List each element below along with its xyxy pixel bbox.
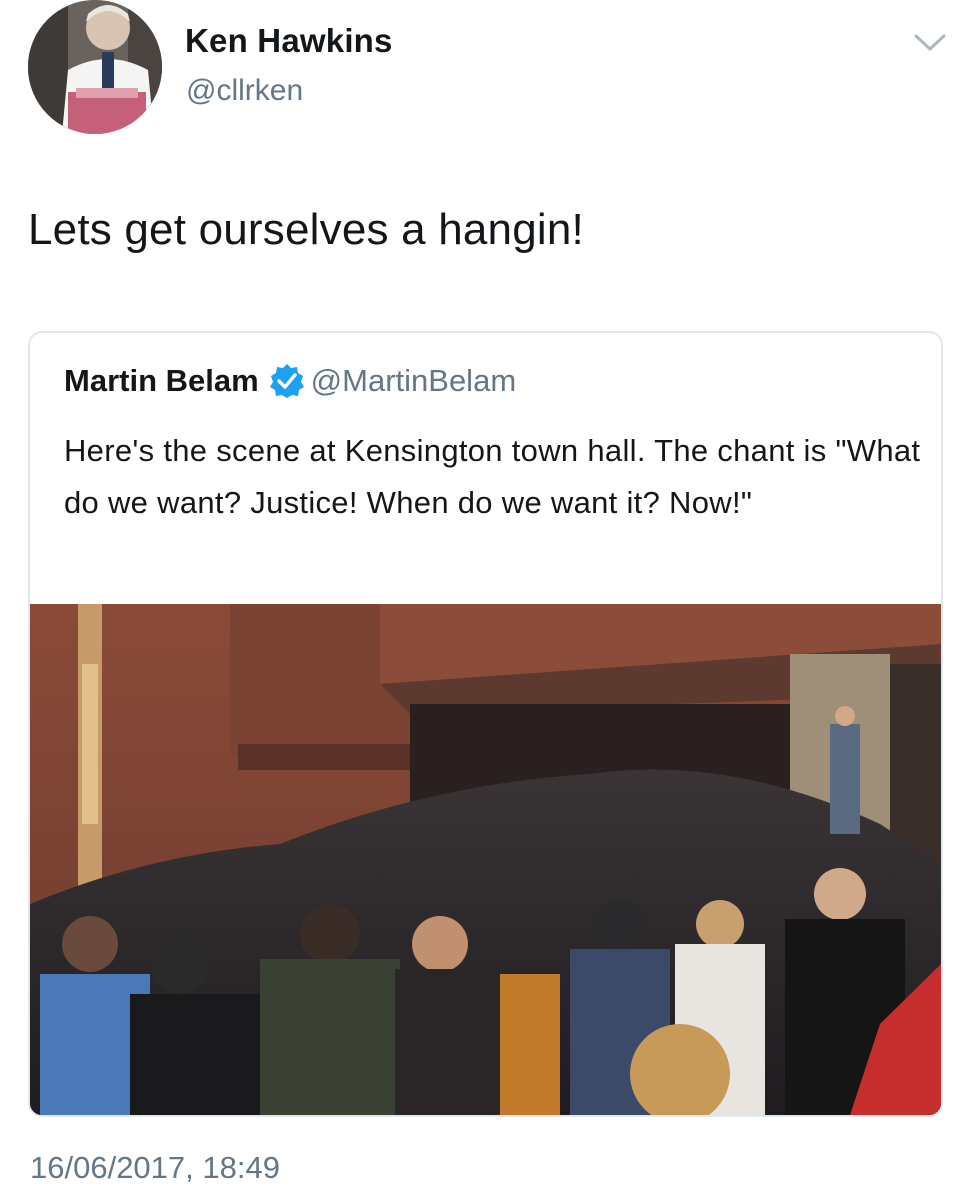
tweet-text: Lets get ourselves a hangin! xyxy=(28,205,584,254)
quoted-tweet-photo[interactable] xyxy=(30,604,941,1115)
quoted-tweet-card[interactable]: Martin Belam @MartinBelam Here's the sce… xyxy=(28,331,943,1117)
quoted-tweet-header: Martin Belam @MartinBelam xyxy=(64,363,516,407)
quoted-author-name[interactable]: Martin Belam xyxy=(64,363,259,398)
chevron-down-icon[interactable] xyxy=(912,30,948,54)
tweet: Ken Hawkins @cllrken Lets get ourselves … xyxy=(0,0,976,1200)
quoted-tweet-text: Here's the scene at Kensington town hall… xyxy=(64,433,921,520)
author-handle[interactable]: @cllrken xyxy=(186,74,303,108)
author-name[interactable]: Ken Hawkins xyxy=(185,22,393,60)
quoted-author-handle[interactable]: @MartinBelam xyxy=(311,363,516,398)
verified-badge-icon xyxy=(269,363,305,399)
avatar-photo xyxy=(28,0,162,134)
avatar[interactable] xyxy=(28,0,162,134)
tweet-timestamp[interactable]: 16/06/2017, 18:49 xyxy=(30,1150,280,1186)
